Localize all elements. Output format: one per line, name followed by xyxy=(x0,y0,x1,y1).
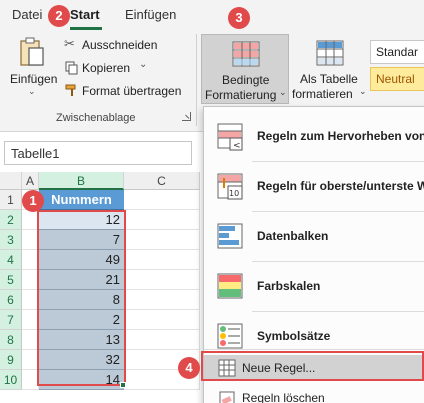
new-rule-highlight-frame xyxy=(201,351,424,381)
selection-highlight-frame xyxy=(37,210,126,386)
row-header[interactable]: 10 xyxy=(0,370,22,390)
tab-start[interactable]: Start xyxy=(70,7,100,22)
step-badge-4: 4 xyxy=(178,357,200,379)
svg-text:<: < xyxy=(233,141,241,151)
menu-divider xyxy=(204,349,424,350)
row-header[interactable]: 3 xyxy=(0,230,22,250)
paste-icon xyxy=(18,36,46,71)
menu-item-data-bars[interactable]: Datenbalken xyxy=(204,213,424,261)
menu-divider xyxy=(252,211,424,212)
paste-label: Einfügen xyxy=(10,72,58,86)
step-badge-1: 1 xyxy=(22,190,44,212)
cell[interactable] xyxy=(124,230,200,250)
cut-button[interactable]: ✂ Ausschneiden xyxy=(62,36,192,54)
name-box[interactable]: Tabelle1 xyxy=(4,141,192,165)
tab-datei[interactable]: Datei xyxy=(12,7,42,22)
column-header-a[interactable]: A xyxy=(22,172,39,190)
group-divider xyxy=(196,34,197,126)
row-header[interactable]: 8 xyxy=(0,330,22,350)
paste-button[interactable]: Einfügen ⌄ xyxy=(6,34,58,102)
copy-button[interactable]: Kopieren ⌄ xyxy=(62,59,192,77)
cell[interactable] xyxy=(124,310,200,330)
color-scales-icon xyxy=(216,272,246,302)
format-painter-label: Format übertragen xyxy=(82,84,182,98)
format-painter-button[interactable]: Format übertragen xyxy=(62,82,192,100)
chevron-down-icon: ⌄ xyxy=(28,86,36,96)
clipboard-group-label: Zwischenablage xyxy=(56,112,136,124)
cell[interactable] xyxy=(124,270,200,290)
step-badge-3: 3 xyxy=(228,7,250,29)
tab-einfuegen[interactable]: Einfügen xyxy=(125,7,176,22)
menu-item-label: Regeln für oberste/unterste W xyxy=(257,179,424,193)
chevron-down-icon: ⌄ xyxy=(359,86,367,96)
select-all-corner[interactable] xyxy=(0,172,22,190)
menu-item-label: Datenbalken xyxy=(257,229,329,243)
cell[interactable] xyxy=(124,330,200,350)
icon-sets-icon xyxy=(216,322,246,352)
conditional-formatting-icon xyxy=(232,41,260,70)
cell[interactable] xyxy=(124,210,200,230)
cell[interactable] xyxy=(124,250,200,270)
step-badge-2: 2 xyxy=(48,5,70,27)
row-header[interactable]: 5 xyxy=(0,270,22,290)
menu-divider xyxy=(252,311,424,312)
cell[interactable] xyxy=(124,290,200,310)
fill-handle[interactable] xyxy=(120,382,126,388)
menu-divider xyxy=(252,161,424,162)
row-header[interactable]: 7 xyxy=(0,310,22,330)
menu-item-label: Symbolsätze xyxy=(257,329,331,343)
format-as-table-icon xyxy=(316,40,344,69)
menu-item-label: Regeln zum Hervorheben von xyxy=(257,129,424,143)
row-header[interactable]: 1 xyxy=(0,190,22,210)
conditional-formatting-button[interactable]: Bedingte Formatierung ⌄ xyxy=(201,34,289,104)
menu-item-label: Farbskalen xyxy=(257,279,321,293)
menu-divider xyxy=(252,261,424,262)
menu-item-label: Regeln löschen xyxy=(242,391,325,403)
paintbrush-icon xyxy=(65,83,79,100)
as-table-label-line1: Als Tabelle xyxy=(300,72,358,86)
chevron-down-icon: ⌄ xyxy=(139,59,148,70)
svg-text:10: 10 xyxy=(229,189,239,198)
top-bottom-rules-icon: 10 xyxy=(216,172,246,202)
column-header-b[interactable]: B xyxy=(39,172,124,190)
highlight-rules-icon: < xyxy=(216,122,246,152)
menu-item-clear-rules[interactable]: Regeln löschen xyxy=(204,385,424,403)
cond-format-label-line2: Formatierung xyxy=(205,88,277,102)
menu-item-top-bottom-rules[interactable]: 10 Regeln für oberste/unterste W xyxy=(204,163,424,211)
copy-icon xyxy=(65,61,79,78)
row-header[interactable]: 4 xyxy=(0,250,22,270)
cut-label: Ausschneiden xyxy=(82,38,158,52)
scissors-icon: ✂ xyxy=(64,36,75,51)
cell[interactable] xyxy=(124,190,200,210)
menu-item-color-scales[interactable]: Farbskalen xyxy=(204,263,424,311)
row-header[interactable]: 9 xyxy=(0,350,22,370)
column-header-c[interactable]: C xyxy=(124,172,200,190)
table-header-cell[interactable]: Nummern xyxy=(39,190,124,210)
chevron-down-icon: ⌄ xyxy=(279,87,287,97)
eraser-icon xyxy=(218,389,236,403)
row-header[interactable]: 2 xyxy=(0,210,22,230)
copy-label: Kopieren xyxy=(82,61,131,75)
dialog-launcher-icon[interactable] xyxy=(182,112,191,121)
cell-style-standard[interactable]: Standar xyxy=(370,40,424,64)
row-header[interactable]: 6 xyxy=(0,290,22,310)
as-table-label-line2: formatieren xyxy=(292,87,353,101)
menu-item-highlight-rules[interactable]: < Regeln zum Hervorheben von xyxy=(204,113,424,161)
cell-style-neutral[interactable]: Neutral xyxy=(370,67,424,91)
format-as-table-button[interactable]: Als Tabelle formatieren ⌄ xyxy=(292,34,372,104)
cond-format-label-line1: Bedingte xyxy=(222,73,270,87)
data-bars-icon xyxy=(216,222,246,252)
